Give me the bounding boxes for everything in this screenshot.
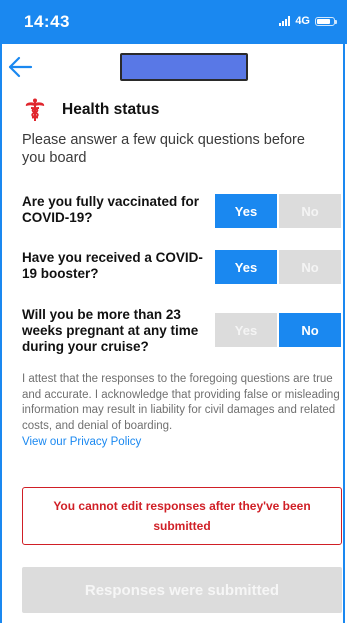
network-type: 4G	[295, 15, 310, 27]
signal-bars-icon	[279, 16, 291, 26]
responses-submitted-button: Responses were submitted	[22, 567, 342, 613]
yes-button[interactable]: Yes	[215, 250, 277, 284]
battery-icon	[315, 16, 337, 26]
privacy-policy-link[interactable]: View our Privacy Policy	[22, 436, 141, 448]
attestation-text: I attest that the responses to the foreg…	[22, 373, 340, 432]
question-text: Are you fully vaccinated for COVID-19?	[22, 194, 200, 225]
yes-button[interactable]: Yes	[215, 313, 277, 347]
warning-box: You cannot edit responses after they've …	[22, 487, 342, 545]
redacted-title	[120, 53, 248, 81]
question-text: Have you received a COVID-19 booster?	[22, 250, 203, 281]
question-row-vaccinated: Are you fully vaccinated for COVID-19? Y…	[22, 194, 342, 244]
app-frame: Health status Please answer a few quick …	[0, 44, 345, 623]
section-title: Health status	[62, 101, 160, 118]
section-header: Health status	[24, 98, 159, 122]
no-button[interactable]: No	[279, 194, 341, 228]
intro-text: Please answer a few quick questions befo…	[22, 132, 305, 166]
no-button[interactable]: No	[279, 250, 341, 284]
no-button[interactable]: No	[279, 313, 341, 347]
arrow-left-icon[interactable]	[6, 54, 34, 80]
status-indicators: 4G	[279, 15, 337, 27]
question-text: Will you be more than 23 weeks pregnant …	[22, 307, 199, 354]
status-time: 14:43	[24, 12, 70, 31]
nav-bar	[2, 44, 343, 92]
question-row-booster: Have you received a COVID-19 booster? Ye…	[22, 250, 342, 300]
caduceus-icon	[25, 98, 45, 121]
warning-text: You cannot edit responses after they've …	[53, 499, 311, 533]
yes-button[interactable]: Yes	[215, 194, 277, 228]
question-row-pregnant: Will you be more than 23 weeks pregnant …	[22, 307, 342, 367]
status-bar: 14:43 4G	[0, 0, 347, 44]
